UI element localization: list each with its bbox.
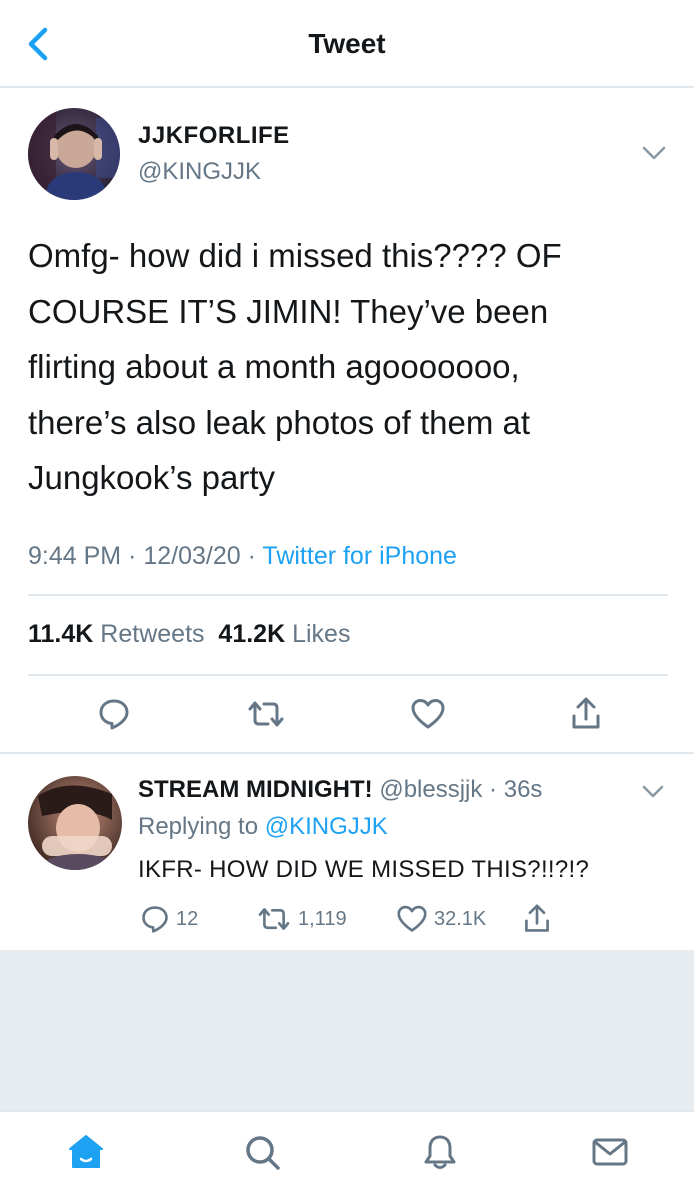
reply-reply-count: 12 (176, 907, 199, 930)
envelope-icon (590, 1132, 630, 1172)
like-button[interactable] (408, 694, 448, 734)
tweet-text: Omfg- how did i missed this???? OF COURS… (28, 228, 668, 506)
tweet-time: 9:44 PM (28, 542, 122, 570)
reply-reply-button[interactable]: 12 (140, 902, 198, 936)
replying-to-link[interactable]: @KINGJJK (265, 813, 388, 840)
author-avatar[interactable] (28, 108, 120, 200)
home-icon (66, 1132, 106, 1172)
meta-separator: · (121, 542, 144, 570)
heart-icon (396, 904, 428, 934)
tweet-text-line: COURSE IT’S JIMIN! They’ve been (28, 292, 549, 330)
meta-separator: · (240, 542, 263, 570)
likes-stat[interactable]: 41.2K Likes (218, 620, 350, 648)
reply-text: IKFR- HOW DID WE MISSED THIS?!!?!? (138, 856, 590, 883)
meta-separator: · (482, 776, 504, 803)
retweets-stat[interactable]: 11.4K Retweets (28, 620, 205, 648)
tweet-stats: 11.4K Retweets 41.2K Likes (28, 620, 350, 649)
search-icon (242, 1132, 282, 1172)
reply-like-count: 32.1K (434, 907, 487, 930)
tab-notifications[interactable] (418, 1130, 462, 1174)
reply-options-button[interactable] (640, 782, 666, 802)
retweet-icon (256, 905, 292, 933)
tab-home[interactable] (64, 1130, 108, 1174)
bell-icon (420, 1132, 460, 1172)
chevron-down-icon (640, 142, 668, 164)
reply-author-avatar[interactable] (28, 776, 122, 870)
reply-timestamp: 36s (503, 776, 543, 803)
page-title: Tweet (308, 28, 386, 59)
reply-retweet-button[interactable]: 1,119 (256, 902, 347, 936)
reply-author-handle[interactable]: @blessjjk (379, 776, 482, 803)
divider (28, 674, 668, 676)
author-name[interactable]: JJKFORLIFE (138, 122, 290, 150)
tweet-text-line: Omfg- how did i missed this???? OF (28, 237, 562, 274)
tab-messages[interactable] (588, 1130, 632, 1174)
retweets-count: 11.4K (28, 620, 94, 648)
likes-count: 41.2K (218, 620, 286, 648)
reply-header: STREAM MIDNIGHT! @blessjjk · 36s (138, 776, 542, 804)
reply-button[interactable] (94, 694, 134, 734)
speech-bubble-icon (140, 904, 170, 934)
tweet-text-line: there’s also leak photos of them at (28, 403, 531, 441)
retweet-icon (246, 698, 286, 730)
replying-to: Replying to @KINGJJK (138, 813, 388, 841)
tab-search[interactable] (240, 1130, 284, 1174)
empty-feed-area (0, 950, 694, 1110)
tweet-text-line: flirting about a month agooooooo, (28, 348, 520, 385)
retweet-button[interactable] (246, 694, 286, 734)
divider (28, 594, 668, 596)
tweet-metadata: 9:44 PM · 12/03/20 · Twitter for iPhone (28, 542, 457, 571)
divider (0, 752, 694, 754)
share-icon (522, 903, 552, 935)
chevron-down-icon (640, 782, 666, 802)
reply-retweet-count: 1,119 (298, 907, 347, 930)
heart-icon (410, 697, 446, 731)
likes-label: Likes (292, 620, 351, 648)
share-icon (569, 696, 603, 732)
reply-like-button[interactable]: 32.1K (396, 902, 486, 936)
speech-bubble-icon (97, 697, 131, 731)
author-handle[interactable]: @KINGJJK (138, 158, 261, 186)
tweet-options-button[interactable] (640, 142, 668, 164)
reply-share-button[interactable] (522, 902, 552, 936)
tweet-text-line: Jungkook’s party (28, 459, 276, 496)
reply-author-name[interactable]: STREAM MIDNIGHT! (138, 776, 373, 803)
tweet-source-link[interactable]: Twitter for iPhone (262, 542, 457, 570)
replying-prefix: Replying to (138, 813, 259, 840)
share-button[interactable] (566, 694, 606, 734)
tweet-date: 12/03/20 (143, 542, 241, 570)
retweets-label: Retweets (100, 620, 205, 648)
